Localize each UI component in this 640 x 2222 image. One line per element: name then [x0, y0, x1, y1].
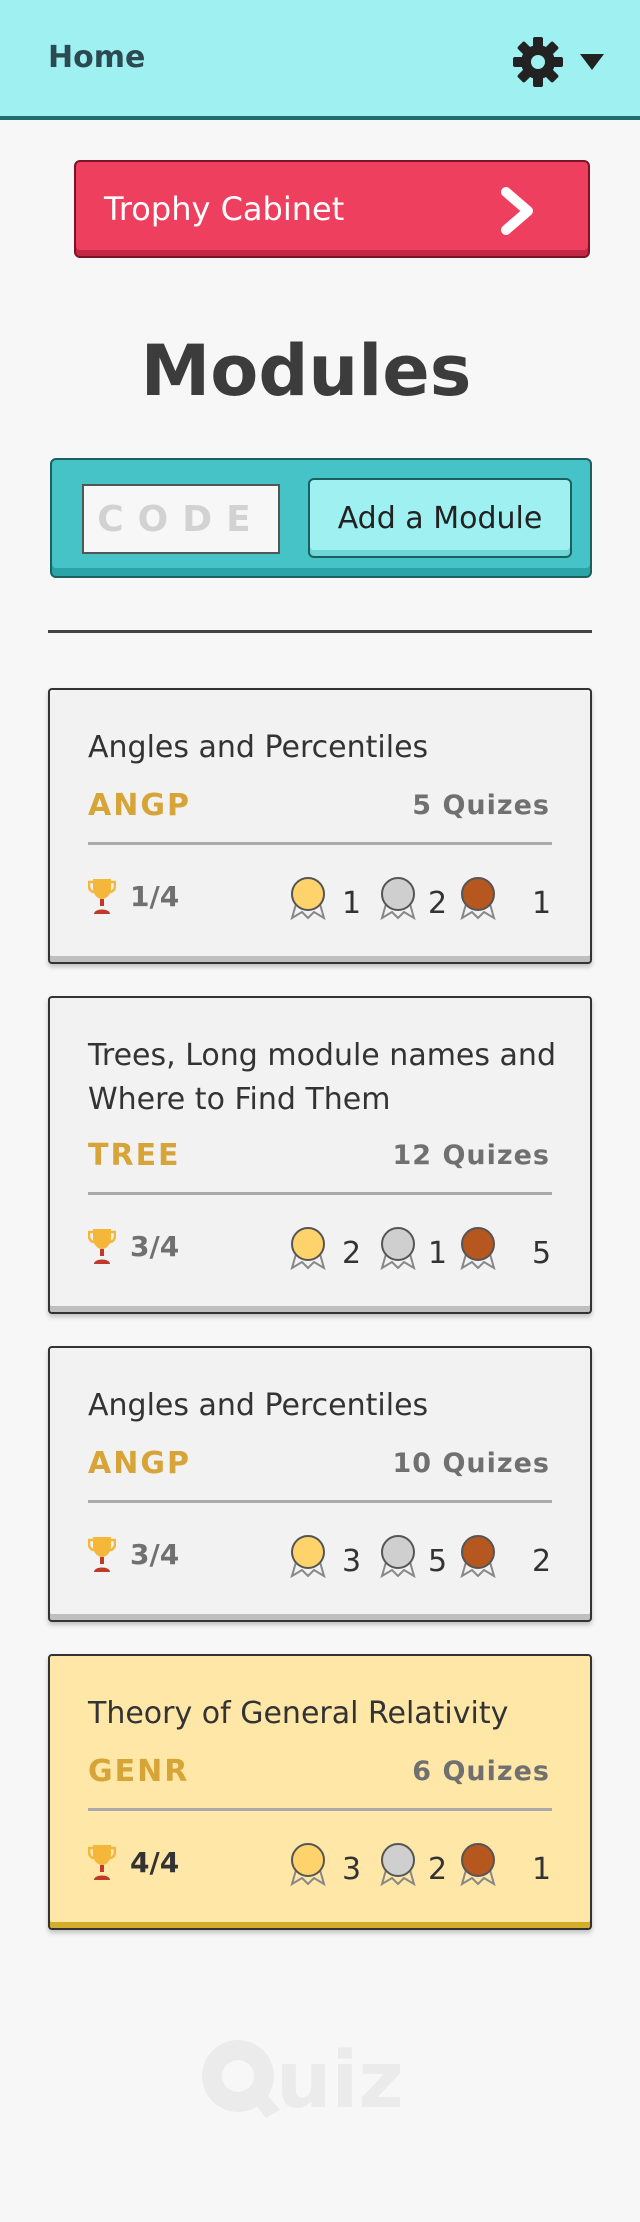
quiz-count: 6 Quizes: [412, 1756, 550, 1787]
gold-medal-icon: [290, 1227, 326, 1270]
bronze-medal-count: 1: [532, 886, 552, 921]
module-card[interactable]: Angles and Percentiles ANGP 10 Quizes 3/…: [48, 1346, 592, 1622]
trophy-progress-value: 1/4: [130, 880, 180, 913]
card-divider: [88, 1192, 552, 1195]
chevron-right-icon: [501, 187, 533, 235]
silver-medal-count: 5: [428, 1544, 448, 1579]
trophy-progress-value: 3/4: [130, 1230, 180, 1263]
trophy-cabinet-label: Trophy Cabinet: [104, 190, 345, 228]
quiz-count: 10 Quizes: [392, 1448, 550, 1479]
medal-counts: 3 2 1: [288, 1842, 552, 1887]
home-link[interactable]: Home: [48, 40, 145, 75]
gold-medal-icon: [290, 1535, 326, 1578]
bronze-medal-icon: [460, 1535, 496, 1578]
card-divider: [88, 842, 552, 845]
trophy-icon: [88, 1845, 116, 1880]
medal-counts: 2 1 5: [288, 1226, 552, 1271]
bronze-medal-icon: [460, 1227, 496, 1270]
module-name: Trees, Long module names and Where to Fi…: [88, 1038, 556, 1117]
medal-counts: 3 5 2: [288, 1534, 552, 1579]
trophy-icon: [88, 879, 116, 914]
module-name: Angles and Percentiles: [88, 730, 429, 765]
module-name: Angles and Percentiles: [88, 1388, 429, 1423]
trophy-cabinet-button[interactable]: Trophy Cabinet: [74, 160, 590, 258]
module-code: GENR: [88, 1754, 190, 1789]
logo-q-icon: [202, 2040, 280, 2118]
bronze-medal-icon: [460, 1843, 496, 1886]
gold-medal-count: 1: [342, 886, 362, 921]
gold-medal-icon: [290, 877, 326, 920]
module-code: ANGP: [88, 788, 191, 823]
silver-medal-icon: [380, 1535, 416, 1578]
trophy-progress-value: 3/4: [130, 1538, 180, 1571]
bronze-medal-icon: [460, 877, 496, 920]
gold-medal-count: 3: [342, 1852, 362, 1887]
bronze-medal-count: 1: [532, 1852, 552, 1887]
bronze-medal-count: 2: [532, 1544, 552, 1579]
bronze-medal-count: 5: [532, 1236, 552, 1271]
gold-medal-count: 2: [342, 1236, 362, 1271]
card-divider: [88, 1500, 552, 1503]
card-divider: [88, 1808, 552, 1811]
top-bar: Home: [0, 0, 640, 120]
divider: [48, 630, 592, 633]
module-card[interactable]: Angles and Percentiles ANGP 5 Quizes 1/4…: [48, 688, 592, 964]
gear-icon: [513, 37, 563, 87]
logo-text: uiz: [276, 2036, 404, 2126]
trophy-progress-value: 4/4: [130, 1846, 180, 1879]
quiz-logo: uiz: [196, 2030, 406, 2130]
silver-medal-icon: [380, 1227, 416, 1270]
module-name: Theory of General Relativity: [88, 1696, 509, 1731]
medal-counts: 1 2 1: [288, 876, 552, 921]
module-code: TREE: [88, 1138, 181, 1173]
add-module-panel: Add a Module: [50, 458, 592, 578]
silver-medal-icon: [380, 1843, 416, 1886]
silver-medal-count: 1: [428, 1236, 448, 1271]
module-card-completed[interactable]: Theory of General Relativity GENR 6 Quiz…: [48, 1654, 592, 1930]
quiz-count: 5 Quizes: [412, 790, 550, 821]
trophy-icon: [88, 1229, 116, 1264]
quiz-count: 12 Quizes: [392, 1140, 550, 1171]
module-code-input[interactable]: [82, 484, 280, 554]
silver-medal-count: 2: [428, 886, 448, 921]
module-card[interactable]: Trees, Long module names and Where to Fi…: [48, 996, 592, 1314]
caret-down-icon: [580, 54, 604, 70]
trophy-icon: [88, 1537, 116, 1572]
settings-menu-button[interactable]: [512, 36, 606, 88]
silver-medal-icon: [380, 877, 416, 920]
page-title: Modules: [140, 330, 472, 412]
silver-medal-count: 2: [428, 1852, 448, 1887]
add-module-button[interactable]: Add a Module: [308, 478, 572, 558]
gold-medal-count: 3: [342, 1544, 362, 1579]
module-code: ANGP: [88, 1446, 191, 1481]
gold-medal-icon: [290, 1843, 326, 1886]
